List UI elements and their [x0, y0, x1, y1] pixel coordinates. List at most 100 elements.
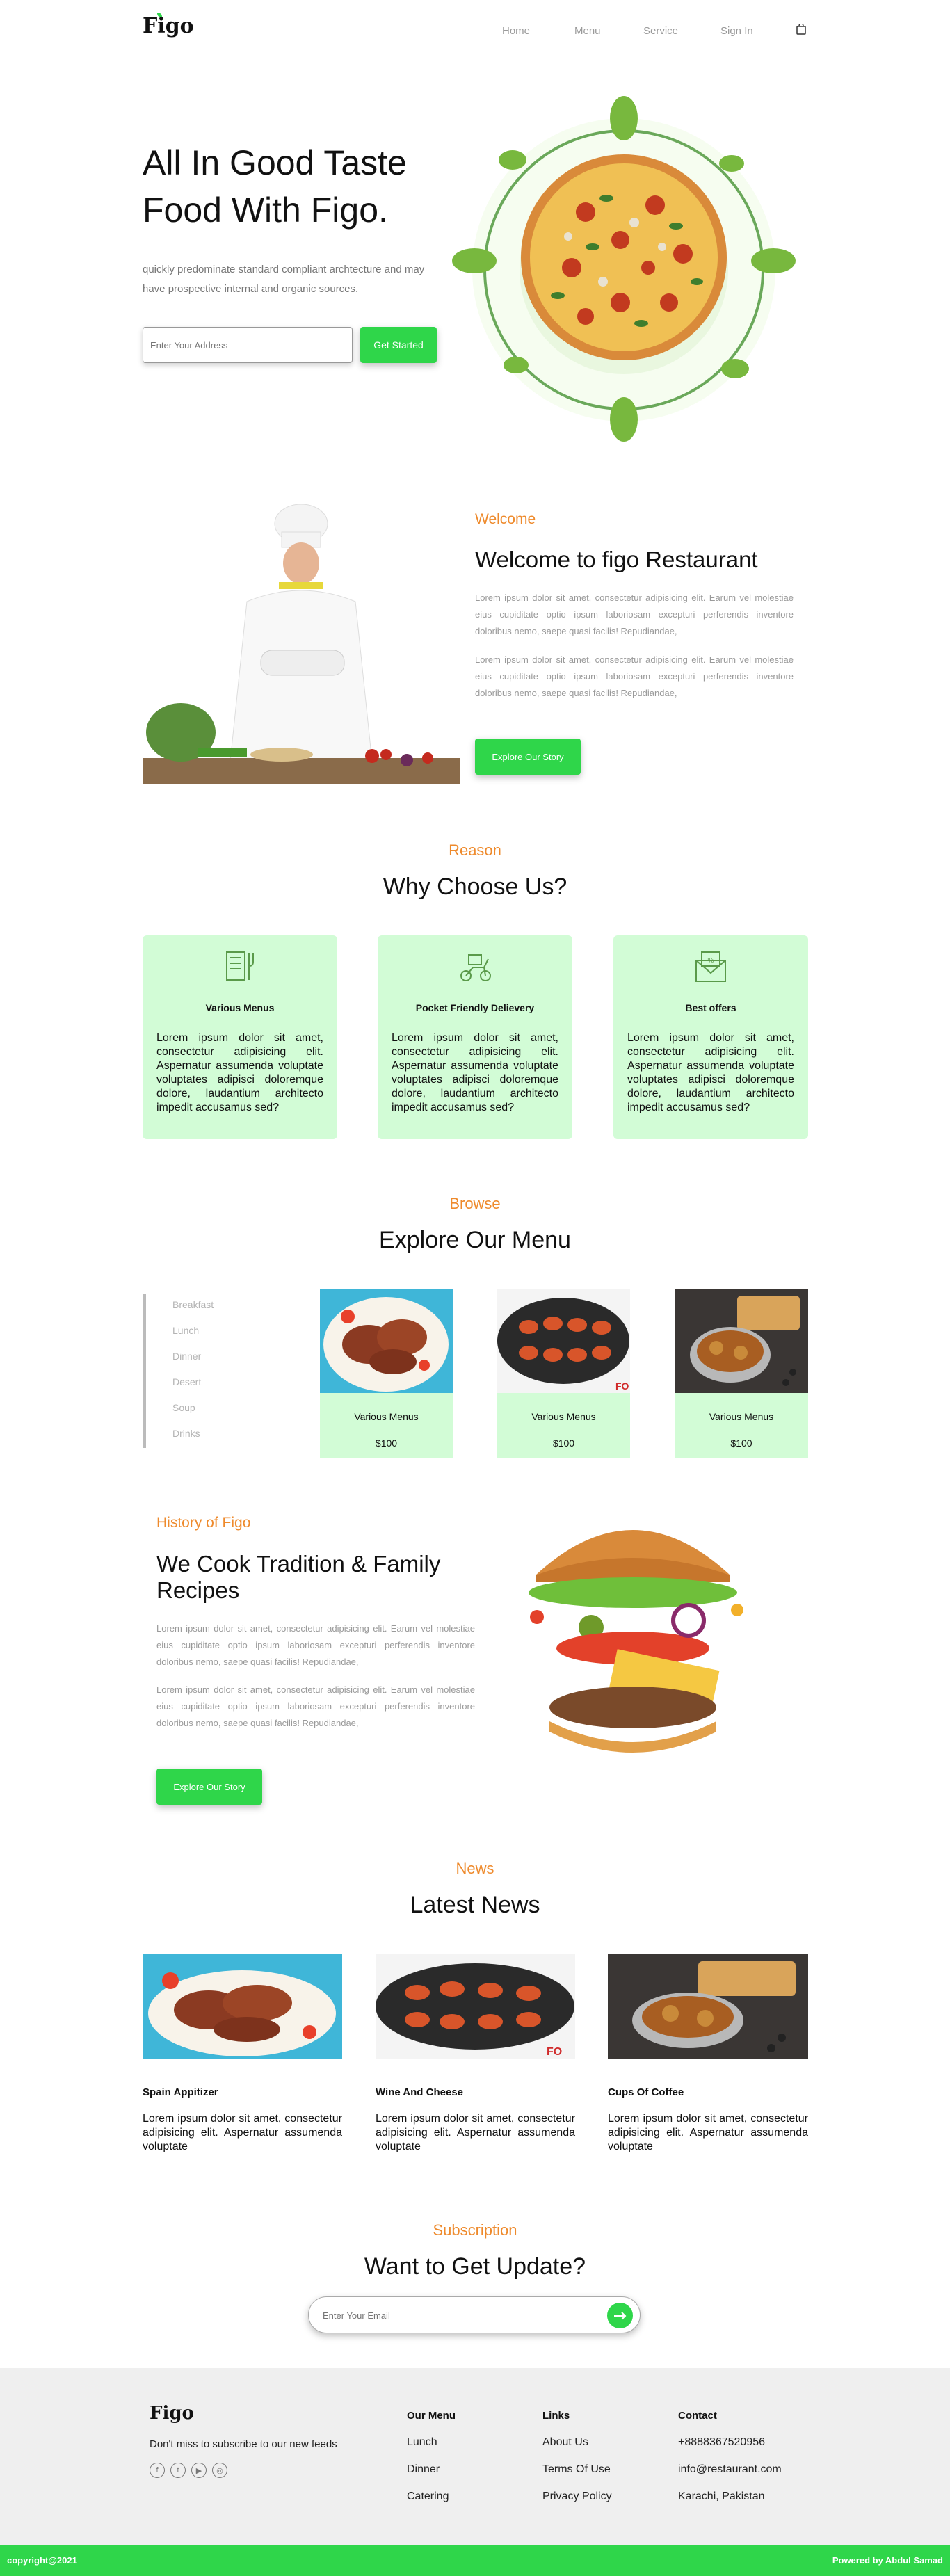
menu-item-price: $100: [375, 1438, 398, 1449]
nav-menu[interactable]: Menu: [574, 25, 601, 37]
news-label: News: [456, 1860, 494, 1877]
nav-service[interactable]: Service: [643, 25, 678, 37]
svg-text:FO: FO: [615, 1380, 629, 1392]
news-item-title: Wine And Cheese: [376, 2086, 463, 2098]
browse-title: Explore Our Menu: [379, 1227, 571, 1253]
welcome-title: Welcome to figo Restaurant: [475, 547, 758, 572]
twitter-icon[interactable]: t: [170, 2463, 186, 2478]
menu-item-card[interactable]: Various Menus $100: [675, 1289, 808, 1458]
footer: [0, 2368, 950, 2545]
burger-image: [508, 1499, 758, 1773]
menu-icon: [221, 948, 259, 985]
welcome-paragraph-2: Lorem ipsum dolor sit amet, consectetur …: [475, 654, 794, 698]
news-item-text: Lorem ipsum dolor sit amet, consectetur …: [376, 2113, 575, 2152]
menu-item-name: Various Menus: [354, 1411, 419, 1422]
footer-menu-heading: Our Menu: [407, 2410, 456, 2422]
footer-social-icons: f t ▶ ◎: [150, 2463, 227, 2478]
menu-item-name: Various Menus: [709, 1411, 774, 1422]
youtube-icon[interactable]: ▶: [191, 2463, 207, 2478]
footer-menu-dinner[interactable]: Dinner: [407, 2463, 440, 2476]
news-item-text: Lorem ipsum dolor sit amet, consectetur …: [143, 2113, 342, 2152]
site-logo[interactable]: Figo: [143, 14, 194, 38]
menu-item-name: Various Menus: [531, 1411, 596, 1422]
history-paragraph-2: Lorem ipsum dolor sit amet, consectetur …: [156, 1684, 475, 1728]
welcome-label: Welcome: [475, 511, 536, 527]
welcome-paragraph-1: Lorem ipsum dolor sit amet, consectetur …: [475, 593, 794, 636]
chef-image: [143, 497, 460, 784]
kebab-skewers-image: FO: [497, 1289, 630, 1393]
copyright-bar: [0, 2545, 950, 2576]
menu-item-card[interactable]: FO Various Menus $100: [497, 1289, 630, 1458]
news-item[interactable]: Cups Of Coffee Lorem ipsum dolor sit ame…: [608, 1954, 808, 2154]
history-label: History of Figo: [156, 1515, 251, 1531]
cups-of-coffee-image: [608, 1954, 808, 2059]
browse-label: Browse: [449, 1195, 501, 1212]
history-paragraph-1: Lorem ipsum dolor sit amet, consectetur …: [156, 1623, 475, 1667]
footer-tagline: Don't miss to subscribe to our new feeds: [150, 2438, 337, 2450]
news-item[interactable]: Spain Appitizer Lorem ipsum dolor sit am…: [143, 1954, 342, 2154]
subscription-title: Want to Get Update?: [364, 2253, 586, 2280]
arrow-right-icon: [613, 2311, 626, 2320]
wine-and-cheese-image: FO: [376, 1954, 575, 2059]
menu-category-list: [143, 1294, 146, 1448]
footer-contact-phone[interactable]: +8888367520956: [678, 2436, 765, 2449]
reason-card-title: Pocket Friendly Delievery: [415, 1002, 535, 1013]
reason-card-title: Various Menus: [205, 1002, 275, 1013]
footer-link-privacy[interactable]: Privacy Policy: [542, 2490, 612, 2503]
footer-link-about[interactable]: About Us: [542, 2436, 588, 2449]
footer-logo[interactable]: Figo: [150, 2403, 194, 2424]
menu-category-dinner[interactable]: Dinner: [172, 1351, 201, 1362]
shopping-bag-icon[interactable]: [796, 23, 806, 35]
address-input[interactable]: [143, 327, 353, 363]
instagram-icon[interactable]: ◎: [212, 2463, 227, 2478]
reason-title: Why Choose Us?: [383, 874, 567, 900]
delivery-scooter-icon: [456, 948, 494, 985]
news-title: Latest News: [410, 1892, 540, 1918]
footer-menu-lunch[interactable]: Lunch: [407, 2436, 437, 2449]
menu-category-soup[interactable]: Soup: [172, 1402, 195, 1413]
email-input[interactable]: [323, 2305, 587, 2325]
subscription-label: Subscription: [433, 2221, 517, 2239]
reason-card-best-offers: % Best offers Lorem ipsum dolor sit amet…: [613, 935, 808, 1139]
news-item-text: Lorem ipsum dolor sit amet, consectetur …: [608, 2113, 808, 2152]
copyright-text: copyright@2021: [7, 2555, 77, 2566]
subscribe-arrow-button[interactable]: [607, 2303, 633, 2328]
reason-card-delivery: Pocket Friendly Delievery Lorem ipsum do…: [378, 935, 572, 1139]
history-title: We Cook Tradition & Family Recipes: [156, 1551, 441, 1603]
menu-item-price: $100: [552, 1438, 575, 1449]
reason-card-text: Lorem ipsum dolor sit amet, consectetur …: [627, 1032, 794, 1113]
menu-category-drinks[interactable]: Drinks: [172, 1428, 200, 1439]
reason-card-text: Lorem ipsum dolor sit amet, consectetur …: [392, 1032, 558, 1113]
svg-text:%: %: [708, 957, 714, 965]
grilled-meat-image: [320, 1289, 453, 1393]
news-item-title: Cups Of Coffee: [608, 2086, 684, 2098]
footer-contact-address: Karachi, Pakistan: [678, 2490, 765, 2502]
subscribe-form: [308, 2296, 641, 2333]
footer-link-terms[interactable]: Terms Of Use: [542, 2463, 611, 2476]
footer-links-heading: Links: [542, 2410, 570, 2422]
reason-label: Reason: [449, 842, 501, 859]
news-item-title: Spain Appitizer: [143, 2086, 218, 2098]
reason-card-various-menus: Various Menus Lorem ipsum dolor sit amet…: [143, 935, 337, 1139]
reason-card-title: Best offers: [685, 1002, 736, 1013]
footer-contact-email[interactable]: info@restaurant.com: [678, 2463, 782, 2476]
news-item[interactable]: FO Wine And Cheese Lorem ipsum dolor sit…: [376, 1954, 575, 2154]
menu-item-price: $100: [730, 1438, 752, 1449]
pizza-image: [446, 94, 801, 445]
nav-home[interactable]: Home: [502, 25, 530, 37]
footer-menu-catering[interactable]: Catering: [407, 2490, 449, 2503]
nav-sign-in[interactable]: Sign In: [720, 25, 762, 37]
welcome-explore-story-button[interactable]: Explore Our Story: [475, 739, 581, 775]
reason-card-text: Lorem ipsum dolor sit amet, consectetur …: [156, 1032, 323, 1113]
footer-contact-heading: Contact: [678, 2410, 717, 2422]
get-started-button[interactable]: Get Started: [360, 327, 437, 363]
menu-category-desert[interactable]: Desert: [172, 1376, 201, 1387]
powered-by-text: Powered by Abdul Samad: [832, 2555, 943, 2566]
history-explore-story-button[interactable]: Explore Our Story: [156, 1769, 262, 1805]
menu-item-card[interactable]: Various Menus $100: [320, 1289, 453, 1458]
menu-category-lunch[interactable]: Lunch: [172, 1325, 199, 1336]
hero-subtitle: quickly predominate standard compliant a…: [143, 264, 425, 295]
menu-category-breakfast[interactable]: Breakfast: [172, 1299, 214, 1310]
facebook-icon[interactable]: f: [150, 2463, 165, 2478]
curry-bowl-image: [675, 1289, 808, 1393]
